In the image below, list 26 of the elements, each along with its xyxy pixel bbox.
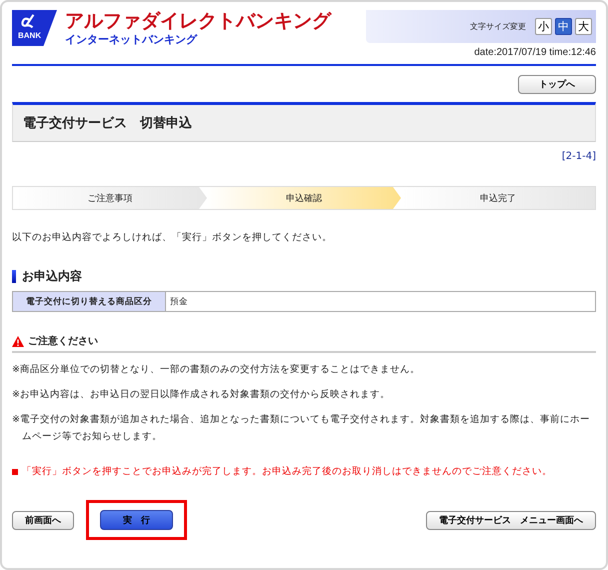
datetime: date:2017/07/19 time:12:46	[474, 47, 596, 58]
font-size-button[interactable]: 大	[575, 18, 592, 35]
font-size-button[interactable]: 中	[555, 18, 572, 35]
logo-text: BANK	[18, 31, 42, 40]
font-size-button[interactable]: 小	[535, 18, 552, 35]
table-cell: 預金	[166, 292, 596, 312]
warning-text: 「実行」ボタンを押すことでお申込みが完了します。お申込み完了後のお取り消しはできませんのでご注意ください。	[22, 465, 552, 478]
heading-marker-icon	[12, 270, 16, 283]
warning-icon	[12, 336, 24, 346]
caution-title: ご注意ください	[28, 334, 98, 348]
execute-button[interactable]: 実 行	[100, 510, 173, 530]
back-button[interactable]: 前画面へ	[12, 510, 74, 530]
bank-subtitle: インターネットバンキング	[65, 32, 198, 47]
caution-note: ※商品区分単位での切替となり、一部の書類のみの交付方法を変更することはできません。	[12, 363, 421, 377]
caution-note: ※電子交付の対象書類が追加された場合、追加となった書類についても電子交付されます。対象書類を追加する際は、事前にホームページ等でお知らせします。	[12, 413, 591, 444]
bank-name: アルファダイレクトバンキング	[65, 10, 331, 32]
caution-note: ※お申込内容は、お申込日の翌日以降作成される対象書類の交付から反映されます。	[12, 388, 391, 402]
font-size-label: 文字サイズ変更	[470, 21, 526, 32]
section-title: お申込内容	[22, 268, 82, 285]
table-header-cell: 電子交付に切り替える商品区分	[12, 292, 166, 312]
page-title: 電子交付サービス 切替申込	[12, 102, 596, 142]
menu-button[interactable]: 電子交付サービス メニュー画面へ	[426, 510, 596, 530]
bullet-icon	[12, 468, 18, 474]
instruction-text: 以下のお申込内容でよろしければ、「実行」ボタンを押してください。	[12, 231, 333, 244]
screen-id: [2-1-4]	[562, 151, 596, 162]
top-button[interactable]: トップへ	[518, 75, 596, 94]
